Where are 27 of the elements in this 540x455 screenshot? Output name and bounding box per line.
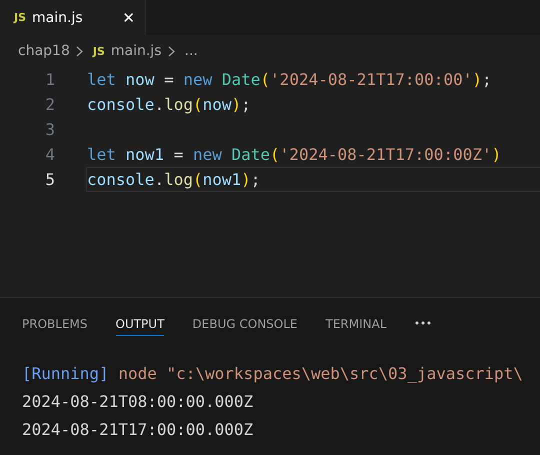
chevron-right-icon xyxy=(76,46,83,56)
breadcrumb-file[interactable]: main.js xyxy=(110,43,162,59)
panel-tab[interactable]: DEBUG CONSOLE xyxy=(192,310,298,336)
code-line: let now = new Date('2024-08-21T17:00:00'); xyxy=(87,69,492,91)
js-file-icon: JS xyxy=(14,11,26,24)
line-number: 3 xyxy=(44,120,55,139)
panel-tab[interactable]: OUTPUT xyxy=(116,310,164,336)
line-number: 5 xyxy=(44,170,55,189)
output-line: [Running] node "c:\workspaces\web\src\03_javascript\ xyxy=(22,363,524,385)
code-line: console.log(now1); xyxy=(86,167,540,192)
js-file-icon: JS xyxy=(92,44,105,58)
tab-label: main.js xyxy=(32,10,84,26)
panel-tab[interactable]: PROBLEMS xyxy=(22,310,88,336)
code-line: console.log(now); xyxy=(87,94,251,116)
breadcrumb-folder[interactable]: chap18 xyxy=(18,43,70,59)
editor-tab[interactable]: JS main.js ✕ xyxy=(0,0,146,35)
output-line: 2024-08-21T08:00:00.000Z xyxy=(22,391,254,413)
line-number: 1 xyxy=(44,70,55,89)
code-line: let now1 = new Date('2024-08-21T17:00:00Z') xyxy=(87,144,502,166)
chevron-right-icon xyxy=(168,46,174,56)
output-line: 2024-08-21T17:00:00.000Z xyxy=(22,419,254,441)
breadcrumb-more[interactable]: ... xyxy=(184,43,198,59)
line-number: 4 xyxy=(44,145,55,164)
panel-tab[interactable]: TERMINAL xyxy=(326,310,387,336)
close-icon[interactable]: ✕ xyxy=(122,8,135,26)
more-icon[interactable] xyxy=(414,321,431,325)
line-number: 2 xyxy=(44,95,55,114)
